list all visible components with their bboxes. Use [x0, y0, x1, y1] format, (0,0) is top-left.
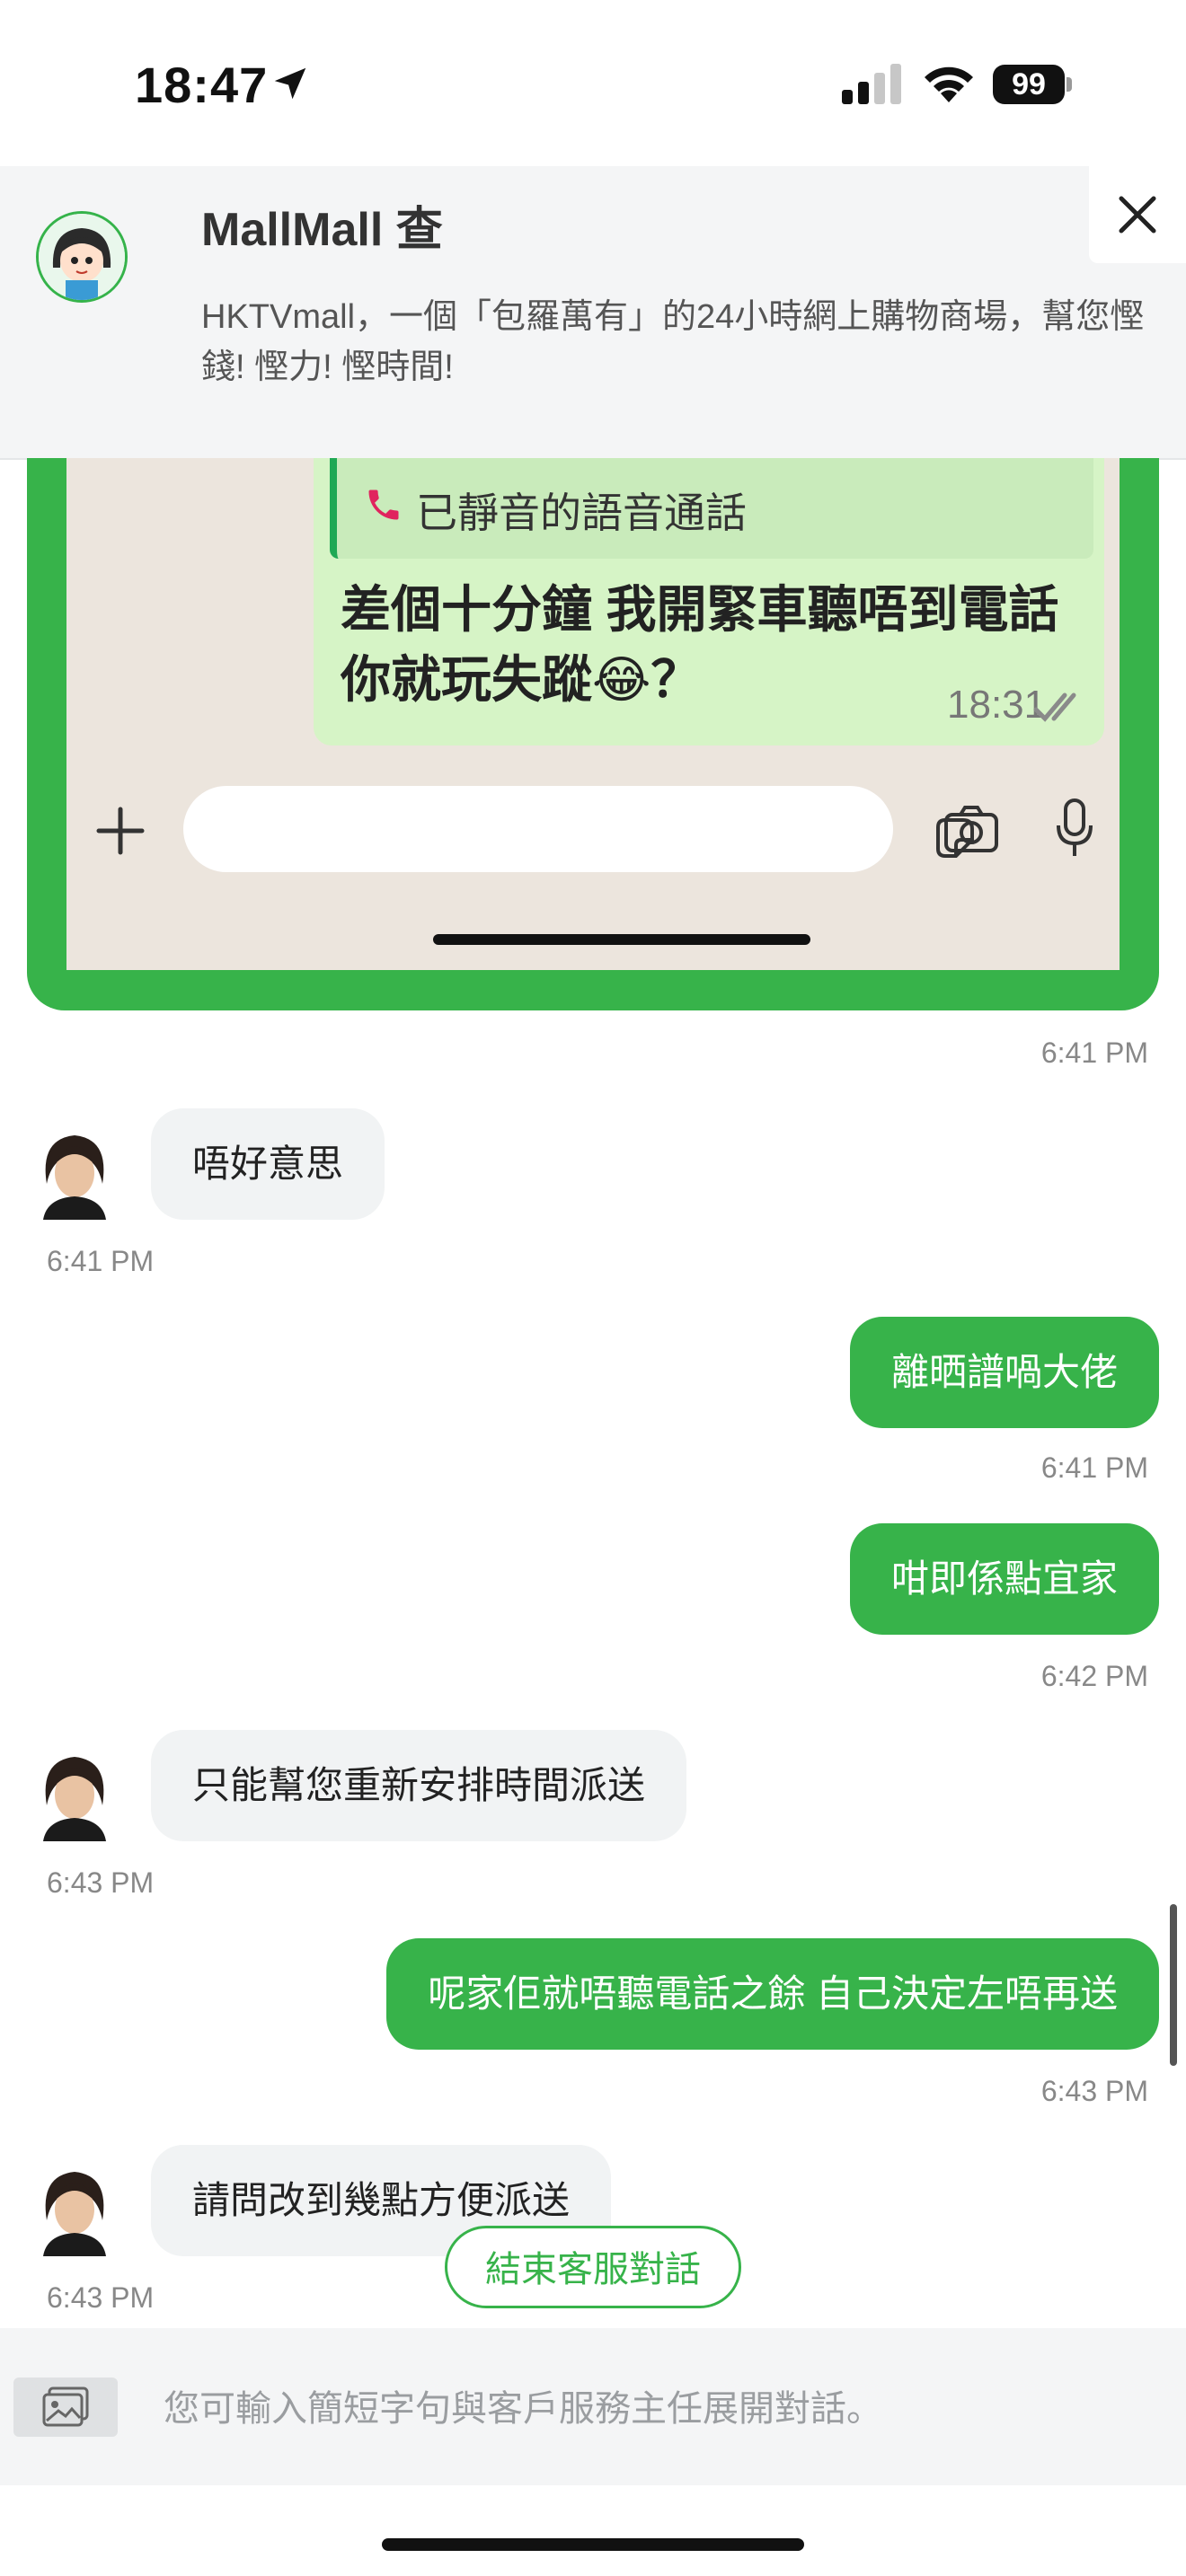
end-chat-button[interactable]: 結束客服對話 — [445, 2226, 741, 2308]
location-arrow-icon — [274, 67, 306, 100]
chat-title: MallMall 查 — [201, 204, 443, 256]
wa-message-time: 18:31 — [947, 683, 1047, 727]
wifi-icon — [925, 66, 973, 102]
wa-input-row — [66, 768, 1120, 885]
screenshot-home-indicator — [433, 934, 810, 945]
agent-avatar — [34, 1121, 115, 1220]
battery-icon: 99 — [993, 65, 1072, 104]
message-input-bar: 您可輸入簡短字句與客戶服務主任展開對話。 — [0, 2328, 1186, 2485]
bot-avatar — [36, 211, 128, 303]
status-time: 18:47 — [135, 57, 269, 113]
message-timestamp: 6:43 PM — [47, 1866, 155, 1899]
attach-image-button[interactable] — [13, 2378, 118, 2437]
missed-call-icon — [368, 490, 399, 520]
whatsapp-screenshot: 已靜音的語音通話 差個十分鐘 我開緊車聽唔到電話 你就玩失蹤😂？ 18:31 — [66, 458, 1120, 970]
message-timestamp: 6:41 PM — [1040, 1451, 1148, 1484]
message-input[interactable]: 您可輸入簡短字句與客戶服務主任展開對話。 — [164, 2379, 882, 2431]
message-timestamp: 6:43 PM — [47, 2281, 155, 2314]
microphone-icon — [1057, 798, 1093, 856]
image-icon — [42, 2386, 89, 2427]
status-bar: 18:47 99 — [0, 0, 1186, 166]
close-icon — [1119, 196, 1156, 234]
chat-header: MallMall 查 HKTVmall，一個「包羅萬有」的24小時網上購物商場，… — [0, 166, 1186, 460]
outgoing-message-bubble: 咁即係點宜家 — [849, 1523, 1159, 1635]
outgoing-message-bubble: 離晒譜喎大佬 — [849, 1317, 1159, 1428]
message-timestamp: 6:41 PM — [1040, 1037, 1148, 1069]
agent-photo-icon — [34, 1742, 115, 1841]
battery-tip — [1067, 77, 1072, 92]
wa-call-label: 已靜音的語音通話 — [416, 490, 747, 536]
signal-icon — [842, 64, 901, 104]
chat-scrollbar[interactable] — [1170, 1904, 1177, 2066]
battery-level: 99 — [993, 65, 1065, 104]
wa-quoted-call: 已靜音的語音通話 — [330, 458, 1093, 559]
chat-description: HKTVmall，一個「包羅萬有」的24小時網上購物商場，幫您慳錢! 慳力! 慳… — [201, 298, 1145, 386]
home-indicator — [382, 2538, 804, 2551]
agent-photo-icon — [34, 1121, 115, 1220]
message-timestamp: 6:41 PM — [47, 1245, 155, 1277]
camera-icon — [944, 806, 998, 852]
incoming-message-bubble: 只能幫您重新安排時間派送 — [151, 1730, 687, 1841]
agent-photo-icon — [34, 2157, 115, 2256]
agent-avatar — [34, 1742, 115, 1841]
plus-icon — [96, 807, 145, 855]
incoming-message-bubble: 唔好意思 — [151, 1108, 385, 1220]
shared-image-message[interactable]: 已靜音的語音通話 差個十分鐘 我開緊車聽唔到電話 你就玩失蹤😂？ 18:31 — [27, 458, 1159, 1010]
cartoon-girl-icon — [39, 214, 125, 300]
close-button[interactable] — [1089, 166, 1186, 263]
outgoing-message-bubble: 呢家佢就唔聽電話之餘 自己決定左唔再送 — [386, 1938, 1159, 2050]
message-timestamp: 6:43 PM — [1040, 2075, 1148, 2107]
double-check-icon — [1033, 693, 1076, 722]
agent-avatar — [34, 2157, 115, 2256]
message-timestamp: 6:42 PM — [1040, 1660, 1148, 1692]
wa-message-bubble: 已靜音的語音通話 差個十分鐘 我開緊車聽唔到電話 你就玩失蹤😂？ 18:31 — [314, 458, 1104, 745]
wa-text-field — [183, 786, 974, 872]
